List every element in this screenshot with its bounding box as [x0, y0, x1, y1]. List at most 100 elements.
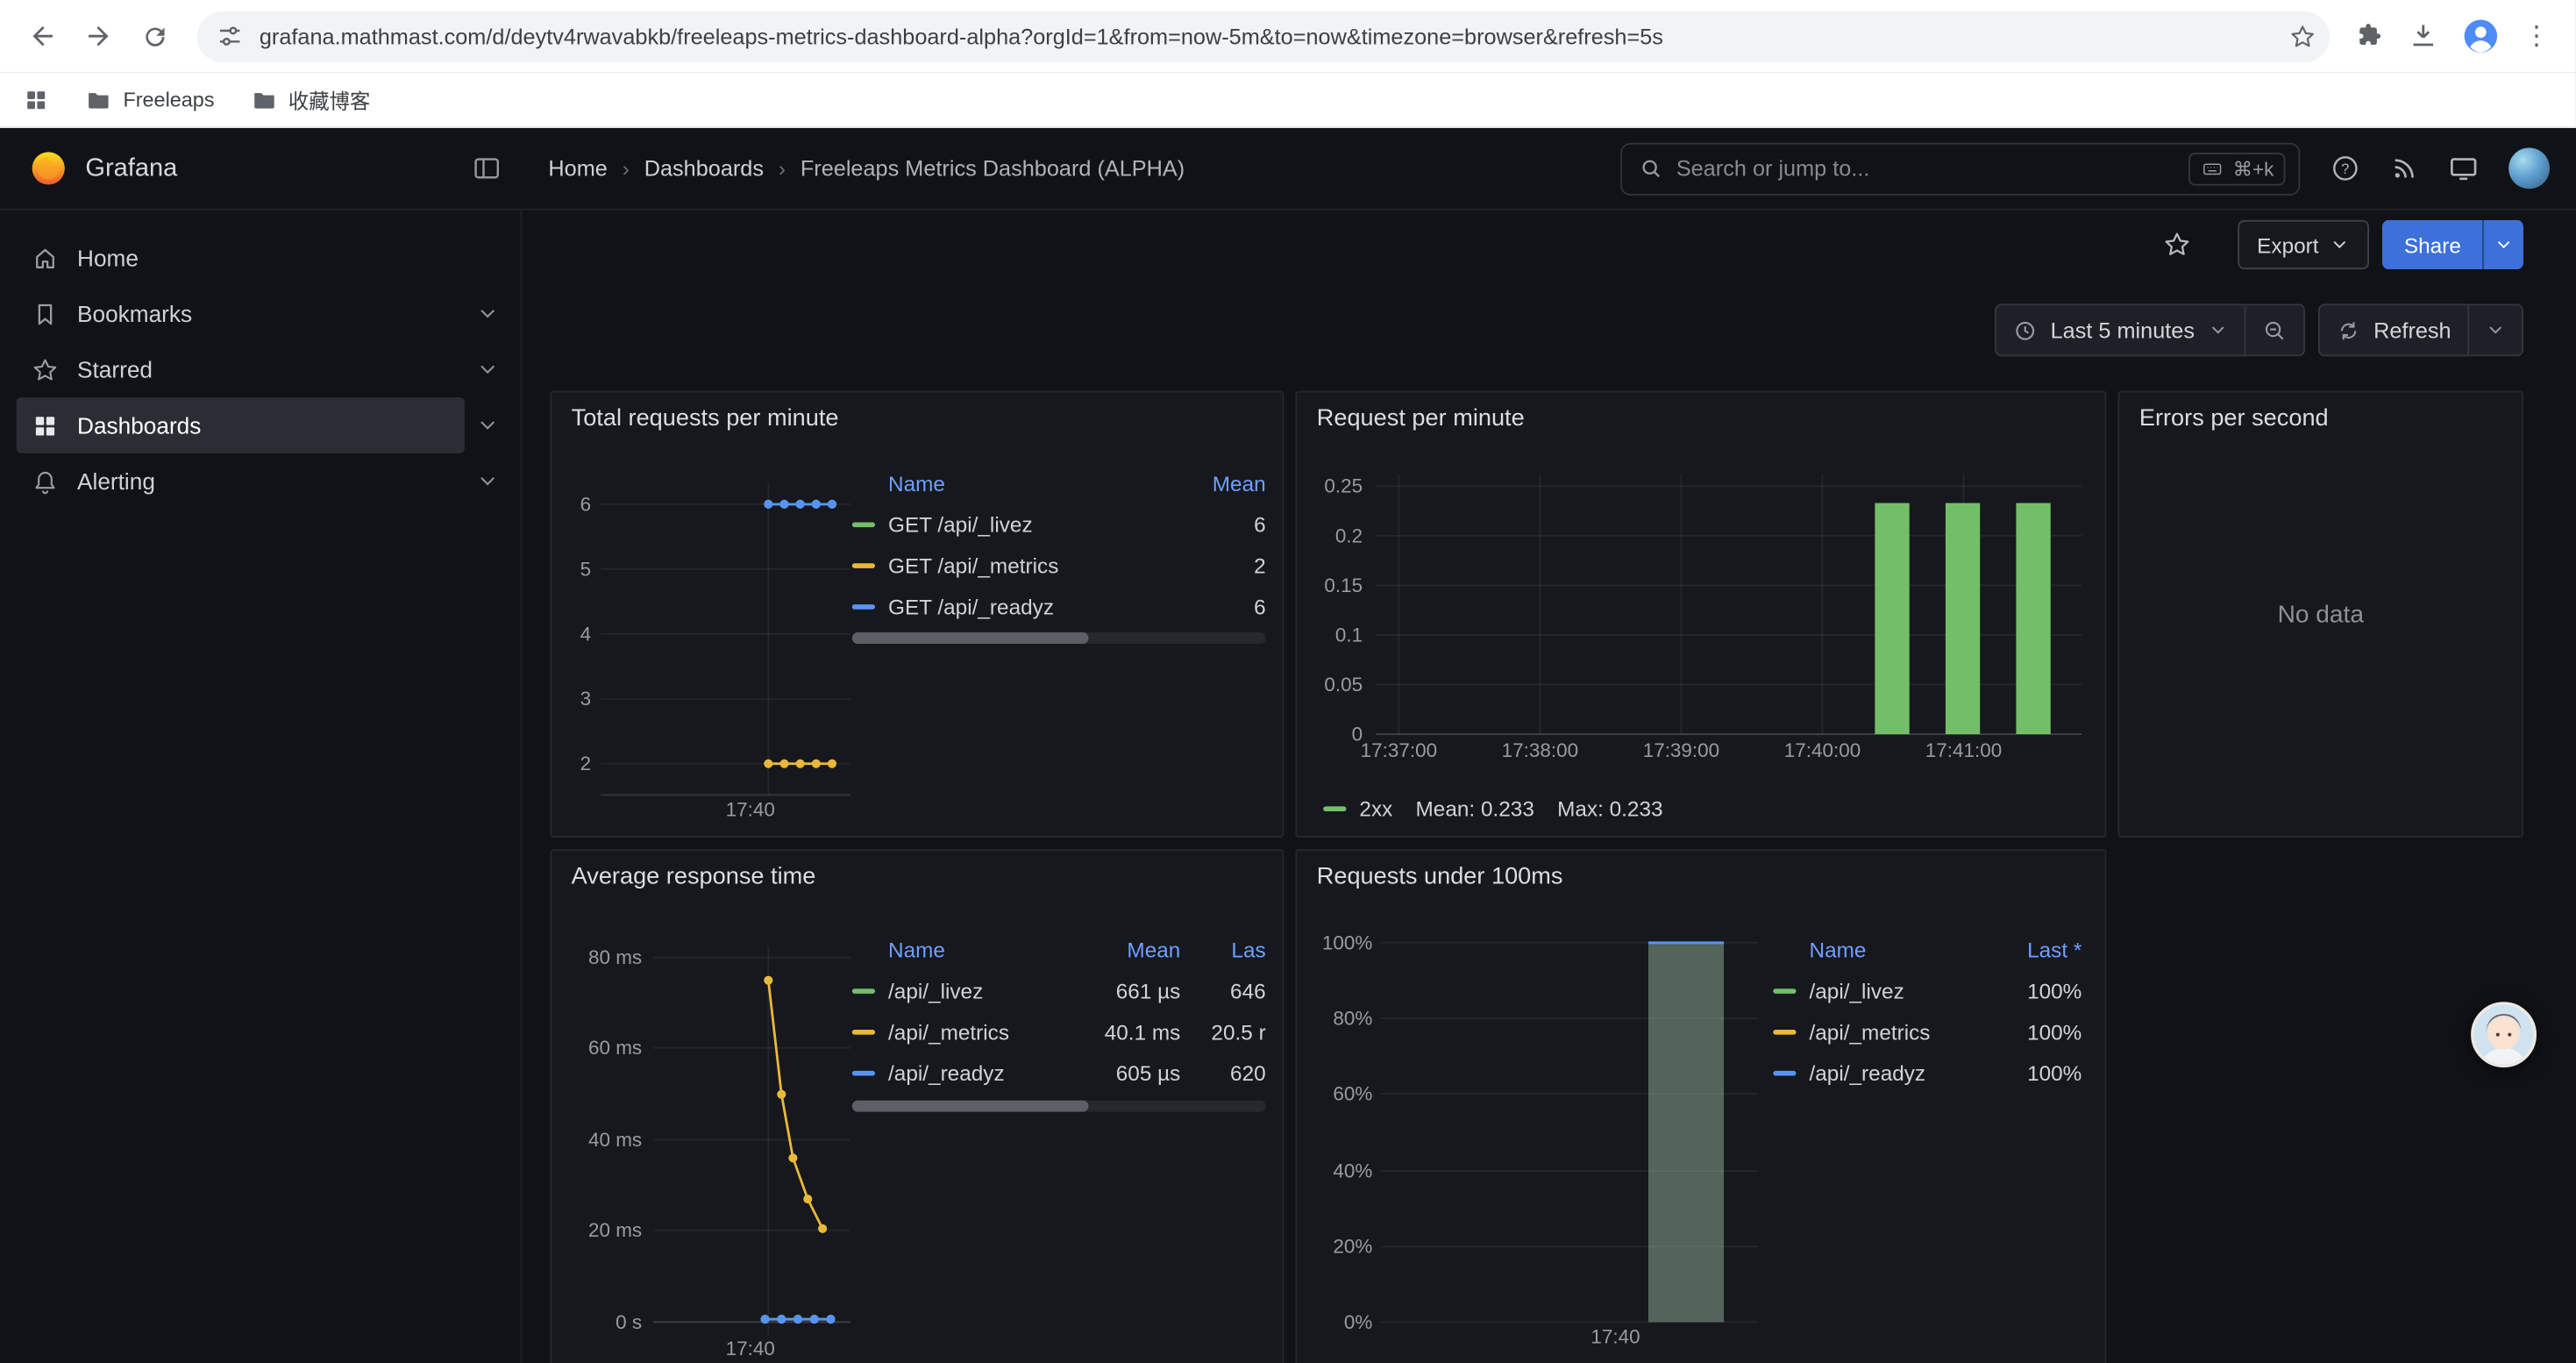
sidebar-item-dashboards[interactable]: Dashboards — [17, 397, 511, 453]
legend-row[interactable]: GET /api/_metrics 2 — [852, 546, 1266, 587]
monitor-icon[interactable] — [2448, 153, 2480, 184]
apps-grid-icon[interactable] — [23, 86, 49, 112]
svg-text:17:40: 17:40 — [1590, 1326, 1640, 1348]
favorite-star-icon[interactable] — [2162, 230, 2192, 260]
series-last: 100% — [1983, 1061, 2081, 1086]
legend-row[interactable]: /api/_metrics 40.1 ms 20.5 r — [852, 1011, 1266, 1053]
site-info-icon[interactable] — [217, 23, 243, 49]
sidebar-item-home[interactable]: Home — [17, 230, 511, 286]
panel-title[interactable]: Requests under 100ms — [1317, 864, 1563, 890]
chevron-down-icon[interactable] — [465, 303, 510, 325]
header-left: Grafana — [0, 128, 522, 209]
svg-text:17:41:00: 17:41:00 — [1925, 739, 2002, 761]
series-swatch — [852, 522, 875, 527]
panel-title[interactable]: Errors per second — [2139, 406, 2329, 432]
sidebar-item-starred[interactable]: Starred — [17, 341, 511, 397]
svg-text:0.15: 0.15 — [1324, 574, 1363, 596]
chevron-down-icon[interactable] — [465, 358, 510, 381]
url-text[interactable]: grafana.mathmast.com/d/deytv4rwavabkb/fr… — [260, 24, 2273, 48]
legend-row[interactable]: /api/_readyz 100% — [1773, 1053, 2081, 1094]
svg-text:0.25: 0.25 — [1324, 475, 1363, 497]
sidebar-item-bookmarks[interactable]: Bookmarks — [17, 286, 511, 342]
bookmark-item[interactable]: Freeleaps — [85, 86, 214, 112]
forward-icon[interactable] — [72, 10, 125, 62]
panel-title[interactable]: Average response time — [572, 864, 816, 890]
legend-header-name[interactable]: Name — [852, 470, 1176, 495]
panel-title[interactable]: Request per minute — [1317, 406, 1525, 432]
legend-header-mean[interactable]: Mean — [1063, 937, 1181, 961]
folder-icon — [251, 86, 277, 112]
bookmark-item[interactable]: 收藏博客 — [251, 83, 371, 115]
back-icon[interactable] — [17, 10, 69, 62]
legend-scrollbar[interactable] — [852, 1101, 1266, 1112]
address-bar[interactable]: grafana.mathmast.com/d/deytv4rwavabkb/fr… — [197, 11, 2330, 61]
search-box[interactable]: ⌘+k — [1620, 142, 2300, 195]
series-swatch — [1773, 1071, 1796, 1076]
legend-scrollbar[interactable] — [852, 632, 1266, 644]
panel-legend: Name Mean GET /api/_livez 6 GET /api/_me… — [852, 461, 1266, 627]
series-name: GET /api/_livez — [888, 512, 1176, 537]
breadcrumb-home[interactable]: Home — [548, 156, 607, 181]
legend-header-last[interactable]: Las — [1180, 937, 1265, 961]
legend-row[interactable]: /api/_livez 661 µs 646 — [852, 971, 1266, 1012]
legend-header-name[interactable]: Name — [852, 937, 1063, 961]
chevron-down-icon[interactable] — [465, 470, 510, 493]
legend-header-name[interactable]: Name — [1773, 937, 1983, 961]
legend-row[interactable]: /api/_livez 100% — [1773, 971, 2081, 1012]
chevron-right-icon: › — [779, 156, 786, 181]
dock-sidebar-icon[interactable] — [471, 153, 502, 184]
header-main: Home › Dashboards › Freeleaps Metrics Da… — [522, 128, 2575, 209]
rss-icon[interactable] — [2390, 154, 2418, 182]
series-mean: 6 — [1176, 512, 1266, 537]
chevron-right-icon: › — [623, 156, 630, 181]
refresh-button[interactable]: Refresh — [2317, 303, 2469, 356]
help-icon[interactable] — [2330, 153, 2361, 184]
sidebar-item-alerting[interactable]: Alerting — [17, 453, 511, 510]
home-icon — [32, 244, 60, 272]
svg-text:100%: 100% — [1322, 931, 1372, 953]
series-name[interactable]: 2xx — [1359, 796, 1392, 821]
series-name: /api/_metrics — [888, 1020, 1062, 1045]
user-avatar[interactable] — [2508, 148, 2550, 189]
scrollbar-thumb[interactable] — [852, 1101, 1088, 1112]
series-last: 100% — [1983, 979, 2081, 1003]
zoom-out-button[interactable] — [2245, 303, 2304, 356]
svg-text:4: 4 — [580, 623, 592, 645]
series-name: /api/_livez — [1809, 979, 1982, 1003]
assistant-avatar[interactable] — [2471, 1002, 2537, 1067]
panel-legend: 2xx Mean: 0.233 Max: 0.233 — [1323, 796, 1662, 821]
bookmark-star-icon[interactable] — [2288, 22, 2316, 50]
series-max: Max: 0.233 — [1557, 796, 1662, 821]
search-input[interactable] — [1676, 156, 2175, 181]
svg-text:0.1: 0.1 — [1335, 624, 1363, 646]
breadcrumb-dashboards[interactable]: Dashboards — [644, 156, 764, 181]
scrollbar-thumb[interactable] — [852, 632, 1088, 644]
extensions-icon[interactable] — [2356, 21, 2386, 51]
legend-row[interactable]: GET /api/_readyz 6 — [852, 586, 1266, 627]
legend-row[interactable]: /api/_readyz 605 µs 620 — [852, 1053, 1266, 1094]
chevron-down-icon[interactable] — [465, 414, 510, 437]
screen: grafana.mathmast.com/d/deytv4rwavabkb/fr… — [0, 0, 2576, 1363]
panel-title[interactable]: Total requests per minute — [572, 406, 839, 432]
browser-menu-icon[interactable]: ⋮ — [2523, 19, 2550, 52]
share-menu-button[interactable] — [2482, 220, 2523, 269]
svg-text:17:40: 17:40 — [726, 799, 775, 821]
export-button[interactable]: Export — [2238, 220, 2370, 269]
legend-row[interactable]: /api/_metrics 100% — [1773, 1011, 2081, 1053]
profile-icon[interactable] — [2461, 17, 2501, 56]
share-button[interactable]: Share — [2383, 220, 2483, 269]
grafana-logo[interactable] — [30, 149, 68, 187]
series-mean: 6 — [1176, 595, 1266, 619]
time-range-button[interactable]: Last 5 minutes — [1995, 303, 2245, 356]
legend-row[interactable]: GET /api/_livez 6 — [852, 504, 1266, 546]
legend-header-last[interactable]: Last * — [1983, 937, 2081, 961]
legend-header-mean[interactable]: Mean — [1176, 470, 1266, 495]
refresh-interval-button[interactable] — [2469, 303, 2523, 356]
keyboard-icon — [2200, 159, 2224, 178]
panel-average-response-time: Average response time 80 ms60 ms40 ms20 … — [550, 849, 1284, 1363]
download-icon[interactable] — [2409, 21, 2438, 51]
series-name: /api/_readyz — [888, 1061, 1062, 1086]
browser-actions: ⋮ — [2346, 17, 2559, 56]
reload-icon[interactable] — [128, 10, 181, 62]
bar-chart[interactable]: 0.250.20.150.10.05017:37:0017:38:0017:39… — [1297, 393, 2106, 838]
